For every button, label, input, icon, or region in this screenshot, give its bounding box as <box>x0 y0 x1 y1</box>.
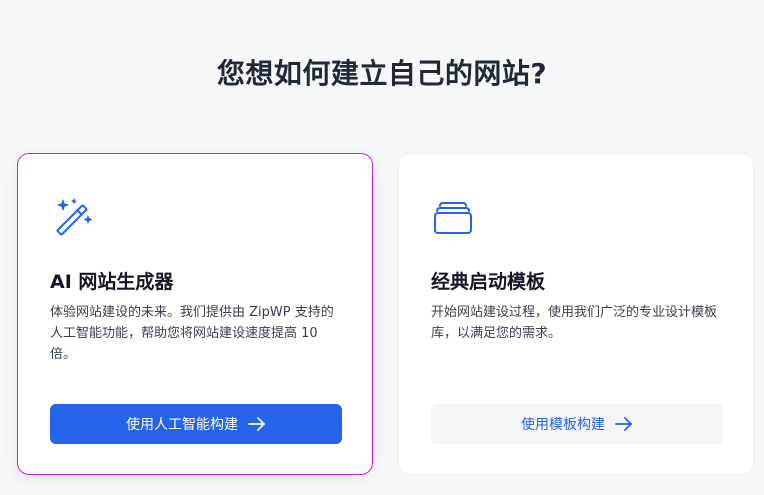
button-label: 使用模板构建 <box>521 417 605 433</box>
template-stack-icon <box>434 202 472 234</box>
build-with-templates-button[interactable]: 使用模板构建 <box>431 404 723 444</box>
ai-website-builder-card[interactable]: AI 网站生成器 体验网站建设的未来。我们提供由 ZipWP 支持的人工智能功能… <box>17 153 373 475</box>
card-description: 开始网站建设过程，使用我们广泛的专业设计模板库，以满足您的需求。 <box>431 305 718 341</box>
magic-wand-icon <box>56 198 92 236</box>
arrow-right-icon <box>248 417 265 431</box>
build-with-ai-button[interactable]: 使用人工智能构建 <box>50 404 342 444</box>
arrow-right-icon <box>615 417 632 431</box>
card-description: 体验网站建设的未来。我们提供由 ZipWP 支持的人工智能功能，帮助您将网站建设… <box>50 305 334 362</box>
card-title: 经典启动模板 <box>431 271 546 293</box>
button-label: 使用人工智能构建 <box>126 417 238 433</box>
classic-templates-card[interactable]: 经典启动模板 开始网站建设过程，使用我们广泛的专业设计模板库，以满足您的需求。 … <box>398 153 754 475</box>
card-title: AI 网站生成器 <box>50 271 174 293</box>
page-title: 您想如何建立自己的网站? <box>216 57 548 90</box>
